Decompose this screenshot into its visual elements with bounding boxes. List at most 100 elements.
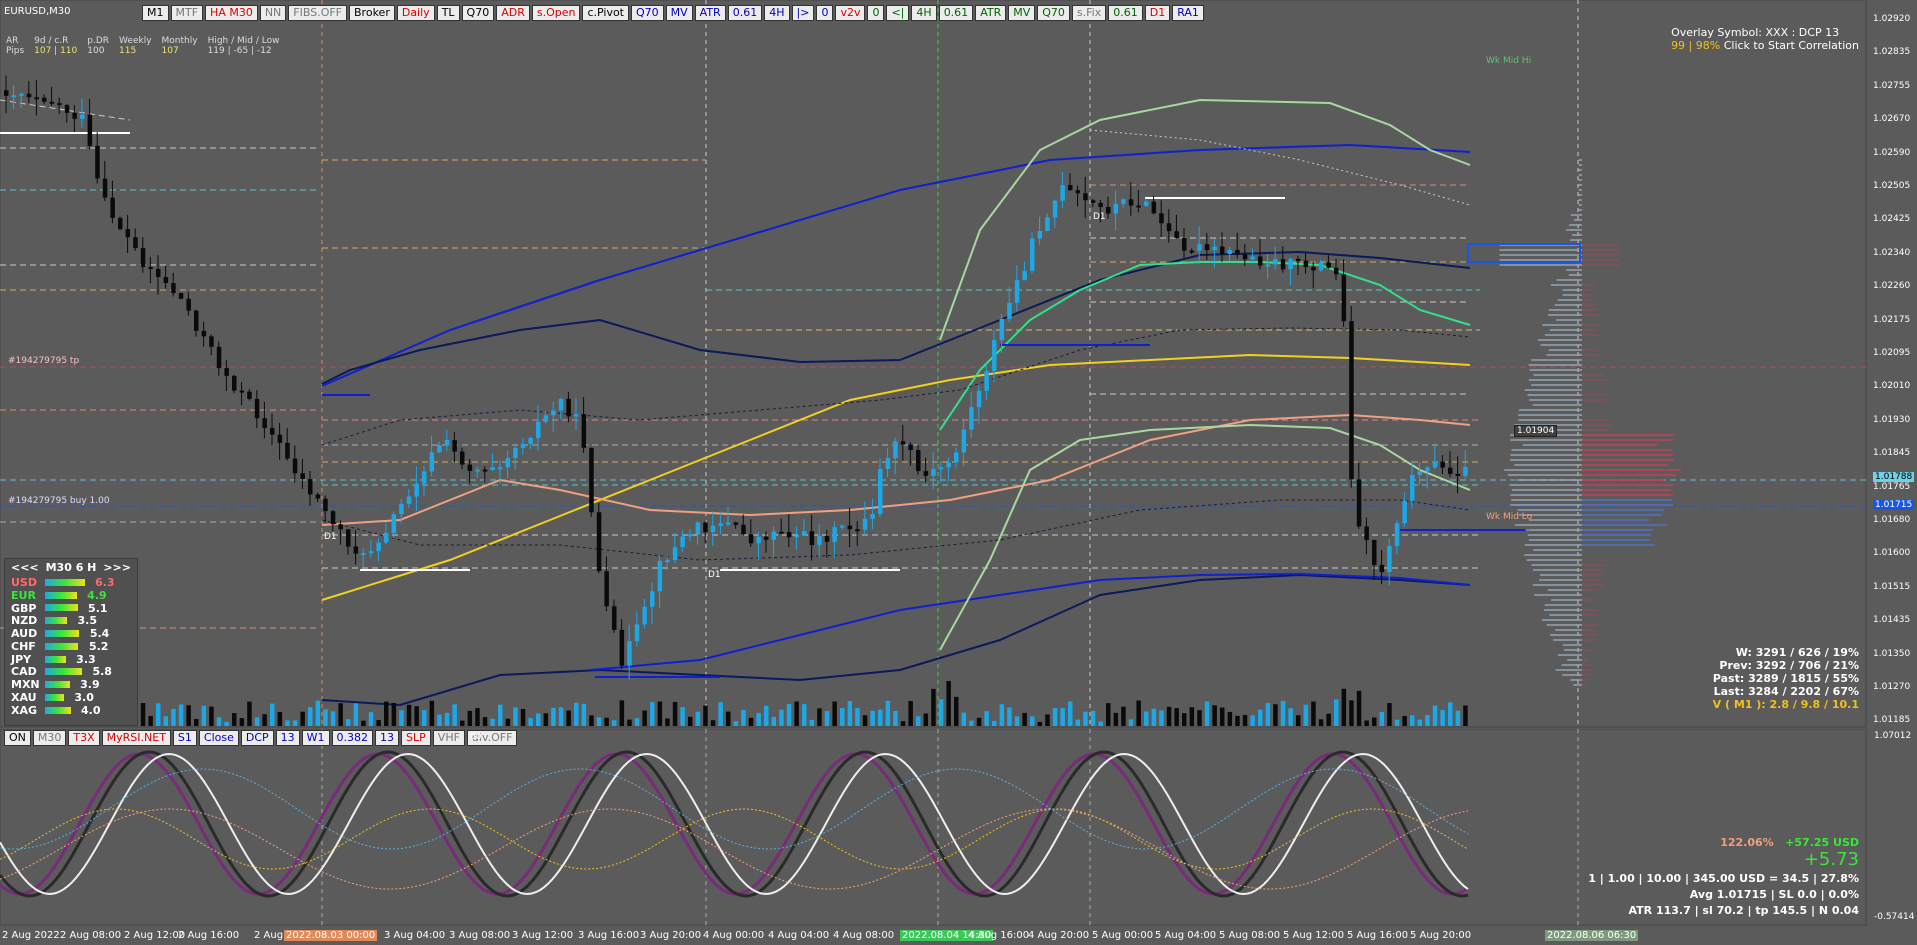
tb-4h-button[interactable]: 4H — [911, 5, 937, 21]
candle-body — [916, 450, 921, 472]
tb-0-61-button[interactable]: 0.61 — [1108, 5, 1143, 21]
candle-body — [102, 178, 108, 198]
osc-slp-button[interactable]: SLP — [401, 730, 431, 746]
candle-body — [1410, 474, 1415, 501]
candle-body — [862, 518, 868, 530]
currency-strength-panel: <<< M30 6 H >>> USD 6.3 EUR 4.9 GBP 5.1 NZD 3.5… — [4, 558, 138, 726]
osc-myrsi-net-button[interactable]: MyRSI.NET — [101, 730, 171, 746]
overlay-symbol: Overlay Symbol: XXX : DCP 13 — [1671, 26, 1840, 39]
candle-body — [133, 237, 138, 249]
tb-fibs-off-button[interactable]: FIBS.OFF — [288, 5, 348, 21]
panel-next-button[interactable]: >>> — [103, 561, 131, 574]
candle-body — [1083, 193, 1088, 201]
tb-v2v-button[interactable]: v2v — [835, 5, 866, 21]
candle-body — [406, 496, 412, 504]
price-box: 1.01904 — [1514, 425, 1558, 437]
osc-on-button[interactable]: ON — [4, 730, 31, 746]
tb-0-61-button[interactable]: 0.61 — [727, 5, 763, 21]
tb-atr-button[interactable]: ATR — [694, 5, 726, 21]
tb-tl-button[interactable]: TL — [436, 5, 460, 21]
volume-bar — [460, 720, 465, 726]
tb-4h-button[interactable]: 4H — [764, 5, 790, 21]
tb-nn-button[interactable]: NN — [259, 5, 287, 21]
tb-adr-button[interactable]: ADR — [496, 5, 530, 21]
currency-value: 3.5 — [77, 614, 98, 628]
tb-mtf-button[interactable]: MTF — [170, 5, 204, 21]
volume-bar — [1159, 710, 1164, 726]
stat-v: V ( M1 ): 2.8 / 9.8 / 10.1 — [1712, 698, 1859, 711]
stat-hml: 119 | -65 | -12 — [207, 46, 272, 56]
volume-bar — [1448, 702, 1453, 726]
currency-row-nzd: NZD 3.5 — [5, 614, 137, 627]
d1-label: D1 — [1093, 212, 1106, 222]
tb-c-pivot-button[interactable]: c.Pivot — [582, 5, 629, 21]
volume-bar — [1341, 688, 1347, 726]
volume-bar — [1334, 699, 1339, 726]
tb-broker-button[interactable]: Broker — [349, 5, 395, 21]
currency-strength-bar — [45, 655, 66, 663]
candle-body — [1432, 461, 1438, 468]
candle-body — [786, 532, 792, 538]
volume-bar — [824, 711, 830, 726]
price-tick: 1.02010 — [1873, 381, 1911, 392]
candle-body — [574, 414, 579, 417]
tb-d1-button[interactable]: D1 — [1144, 5, 1171, 21]
candle-body — [1372, 539, 1377, 565]
volume-bar — [1121, 706, 1126, 726]
osc-w1-button[interactable]: W1 — [301, 730, 330, 746]
volume-bar — [642, 710, 647, 726]
panel-prev-button[interactable]: <<< — [11, 561, 39, 574]
osc-13-button[interactable]: 13 — [375, 730, 400, 746]
correlation-link[interactable]: Click to Start Correlation — [1720, 39, 1859, 52]
volume-bar — [1463, 705, 1468, 726]
tb-daily-button[interactable]: Daily — [396, 5, 435, 21]
candle-body — [34, 97, 39, 100]
osc-13-button[interactable]: 13 — [275, 730, 300, 746]
osc-close-button[interactable]: Close — [198, 730, 239, 746]
candle-body — [1265, 264, 1271, 267]
candle-body — [1250, 256, 1255, 260]
volume-bar — [1007, 707, 1012, 726]
tb-ra1-button[interactable]: RA1 — [1172, 5, 1204, 21]
tb--button[interactable]: |> — [791, 5, 815, 21]
tb-q70-button[interactable]: Q70 — [631, 5, 664, 21]
tb-mv-button[interactable]: MV — [665, 5, 693, 21]
volume-bar — [672, 701, 678, 726]
candle-body — [1387, 545, 1392, 573]
volume-bar — [1364, 720, 1369, 726]
tb-0-61-button[interactable]: 0.61 — [938, 5, 974, 21]
tb-mv-button[interactable]: MV — [1008, 5, 1036, 21]
volume-bar — [1045, 714, 1050, 726]
volume-bar — [361, 720, 366, 726]
candle-body — [650, 591, 655, 607]
tb--button[interactable]: <| — [886, 5, 910, 21]
stat-pips: Pips — [6, 46, 25, 56]
volume-bar — [437, 714, 442, 726]
osc-vhf-button[interactable]: VHF — [432, 730, 465, 746]
tb-ha-m30-button[interactable]: HA M30 — [205, 5, 258, 21]
tb-0-button[interactable]: 0 — [816, 5, 834, 21]
price-chart[interactable] — [0, 0, 1917, 728]
osc-dcp-button[interactable]: DCP — [240, 730, 274, 746]
osc-0-382-button[interactable]: 0.382 — [331, 730, 374, 746]
tb-0-button[interactable]: 0 — [867, 5, 885, 21]
overlay-correlation[interactable]: Overlay Symbol: XXX : DCP 13 99 | 98% Cl… — [1671, 26, 1859, 52]
candle-body — [323, 498, 328, 512]
tb-m1-button[interactable]: M1 — [142, 5, 169, 21]
osc-s1-button[interactable]: S1 — [172, 730, 197, 746]
candle-body — [581, 414, 587, 448]
osc-m30-button[interactable]: M30 — [32, 730, 67, 746]
candle-body — [239, 390, 245, 393]
candle-body — [551, 410, 556, 416]
tb-s-fix-button[interactable]: s.Fix — [1071, 5, 1107, 21]
tb-q70-button[interactable]: Q70 — [1037, 5, 1070, 21]
oscillator-toolbar: ON M30 T3X MyRSI.NET S1 Close DCP 13 W1 0.382 13 SL… — [4, 730, 518, 746]
tb-s-open-button[interactable]: s.Open — [531, 5, 581, 21]
tb-q70-button[interactable]: Q70 — [461, 5, 495, 21]
osc-t3x-button[interactable]: T3X — [68, 730, 100, 746]
candle-body — [163, 276, 169, 284]
volume-bar — [908, 701, 913, 726]
tb-atr-button[interactable]: ATR — [975, 5, 1007, 21]
candle-body — [1151, 201, 1157, 214]
volume-bar — [1136, 700, 1141, 726]
